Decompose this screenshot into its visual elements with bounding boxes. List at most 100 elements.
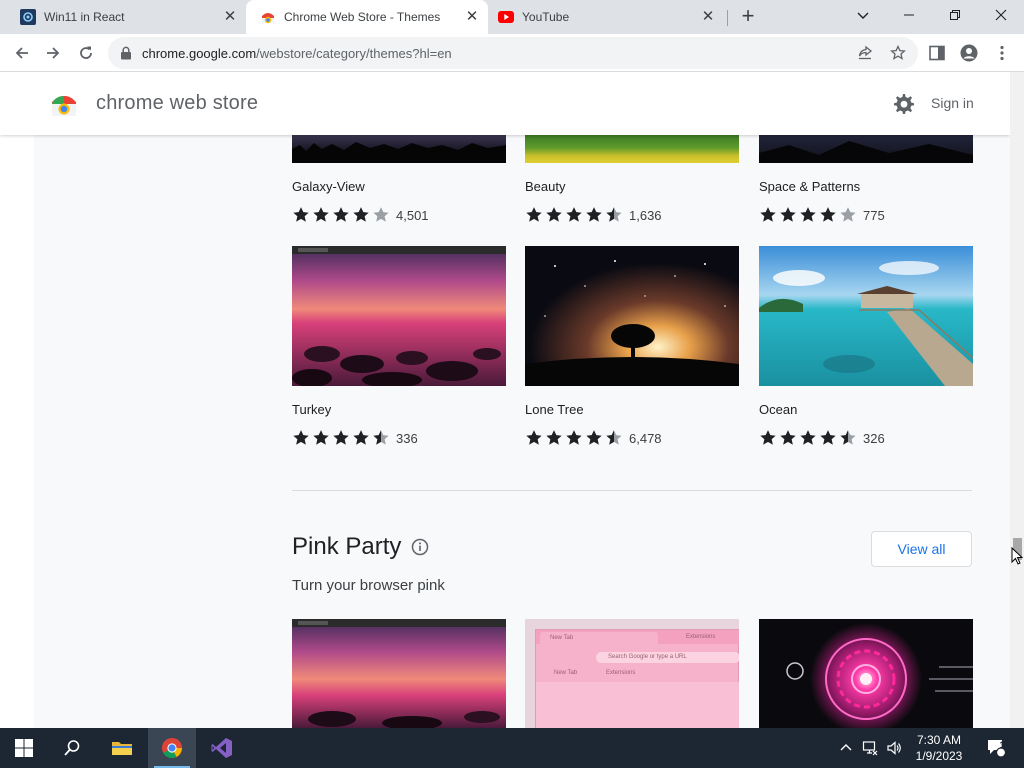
info-icon[interactable] — [411, 538, 429, 556]
close-window-button[interactable] — [978, 0, 1024, 30]
mouse-cursor-icon — [1011, 547, 1023, 565]
theme-name[interactable]: Space & Patterns — [759, 179, 860, 194]
star-full-icon — [566, 430, 582, 445]
theme-thumbnail-lone-tree[interactable] — [525, 246, 739, 386]
arrow-left-icon — [15, 47, 28, 59]
close-tab-icon[interactable]: ✕ — [222, 9, 238, 25]
new-tab-button[interactable]: + — [736, 5, 760, 29]
star-full-icon — [546, 430, 562, 445]
star-full-icon — [313, 430, 329, 445]
store-title[interactable]: chrome web store — [96, 92, 258, 115]
star-rating: 775 — [759, 206, 885, 224]
theme-thumbnail-galaxy-view[interactable] — [292, 135, 506, 163]
view-all-button[interactable]: View all — [871, 531, 972, 567]
close-tab-icon[interactable]: ✕ — [464, 9, 480, 25]
gear-icon[interactable] — [892, 92, 916, 116]
pink-theme-thumbnail[interactable] — [292, 619, 506, 728]
more-menu-icon[interactable] — [993, 44, 1011, 62]
theme-name[interactable]: Ocean — [759, 402, 797, 417]
visual-studio-icon — [211, 738, 232, 758]
pink-theme-thumbnail[interactable]: New Tab Extensions Search Google or type… — [525, 619, 739, 728]
minimize-icon — [904, 14, 914, 16]
theme-thumbnail-beauty[interactable] — [525, 135, 739, 163]
tab-win11-react[interactable]: Win11 in React ✕ — [0, 0, 246, 34]
star-rating: 1,636 — [525, 206, 662, 224]
star-full-icon — [293, 430, 309, 445]
star-full-icon — [526, 207, 542, 222]
mock-extensions-label: Extensions — [686, 634, 716, 640]
section-divider — [292, 490, 972, 491]
chevron-up-icon[interactable] — [838, 740, 854, 756]
bookmark-star-icon[interactable] — [890, 45, 906, 61]
tree-silhouette-image — [292, 142, 506, 163]
tab-title: Win11 in React — [44, 10, 125, 24]
notification-center-button[interactable]: 1 — [978, 728, 1014, 768]
tab-title: YouTube — [522, 10, 570, 24]
tab-title: Chrome Web Store - Themes — [284, 10, 441, 24]
system-clock[interactable]: 7:30 AM 1/9/2023 — [912, 732, 966, 764]
restore-button[interactable] — [932, 0, 978, 30]
address-bar[interactable]: chrome.google.com/webstore/category/them… — [108, 37, 918, 69]
star-full-icon — [800, 207, 816, 222]
folder-icon — [112, 742, 132, 755]
star-full-icon — [313, 207, 329, 222]
mock-bookmarks-extensions: Extensions — [606, 670, 636, 676]
rating-count: 6,478 — [629, 430, 662, 446]
star-full-icon — [353, 430, 369, 445]
tab-search-button[interactable] — [840, 0, 886, 30]
star-full-icon — [800, 430, 816, 445]
chrome-web-store-logo[interactable] — [50, 90, 78, 118]
star-half-icon — [606, 430, 622, 445]
neon-circle-image — [786, 623, 973, 728]
star-full-icon — [780, 207, 796, 222]
network-icon[interactable] — [862, 740, 878, 756]
start-button[interactable] — [0, 728, 48, 768]
page-scrollbar[interactable] — [1010, 72, 1024, 728]
theme-thumbnail-turkey[interactable] — [292, 246, 506, 386]
browser-toolbar: chrome.google.com/webstore/category/them… — [0, 34, 1024, 72]
mountain-silhouette-image — [759, 141, 973, 163]
tab-separator — [727, 10, 728, 26]
sign-in-link[interactable]: Sign in — [931, 95, 974, 111]
taskbar-file-explorer[interactable] — [98, 728, 146, 768]
star-empty-icon — [373, 207, 389, 222]
star-full-icon — [820, 207, 836, 222]
star-half-icon — [840, 430, 856, 445]
minimize-button[interactable] — [886, 0, 932, 30]
search-icon — [64, 740, 80, 756]
taskbar-search-button[interactable] — [48, 728, 96, 768]
taskbar-visual-studio[interactable] — [198, 728, 246, 768]
mock-bookmarks-tab: New Tab — [554, 670, 578, 676]
tab-youtube[interactable]: YouTube ✕ — [488, 0, 724, 34]
section-title: Pink Party — [292, 533, 402, 560]
tab-strip: Win11 in React ✕ Chrome Web Store - Them… — [0, 0, 1024, 34]
back-button[interactable] — [8, 39, 36, 67]
volume-icon[interactable] — [886, 740, 902, 756]
close-tab-icon[interactable]: ✕ — [700, 9, 716, 25]
arrow-right-icon — [47, 47, 60, 59]
theme-name[interactable]: Turkey — [292, 402, 331, 417]
url-text[interactable]: chrome.google.com/webstore/category/them… — [142, 46, 452, 61]
profile-avatar-icon[interactable] — [960, 44, 978, 62]
share-icon[interactable] — [857, 45, 873, 61]
theme-thumbnail-ocean[interactable] — [759, 246, 973, 386]
theme-name[interactable]: Lone Tree — [525, 402, 584, 417]
tab-chrome-web-store[interactable]: Chrome Web Store - Themes ✕ — [246, 0, 488, 34]
reload-button[interactable] — [72, 39, 100, 67]
forward-button[interactable] — [39, 39, 67, 67]
side-panel-icon[interactable] — [928, 44, 946, 62]
store-header: chrome web store Sign in — [0, 72, 1010, 135]
theme-name[interactable]: Galaxy-View — [292, 179, 365, 194]
notification-count: 1 — [999, 740, 1005, 750]
taskbar-chrome[interactable] — [148, 728, 196, 768]
theme-name[interactable]: Beauty — [525, 179, 565, 194]
star-rating: 6,478 — [525, 429, 662, 447]
clock-date: 1/9/2023 — [915, 749, 963, 763]
mock-tab: New Tab — [540, 632, 658, 644]
tropical-pier-image — [759, 246, 973, 386]
chrome-icon — [162, 738, 183, 759]
pink-theme-thumbnail[interactable] — [759, 619, 973, 728]
lock-icon[interactable] — [120, 46, 132, 60]
theme-thumbnail-space-patterns[interactable] — [759, 135, 973, 163]
star-full-icon — [333, 430, 349, 445]
